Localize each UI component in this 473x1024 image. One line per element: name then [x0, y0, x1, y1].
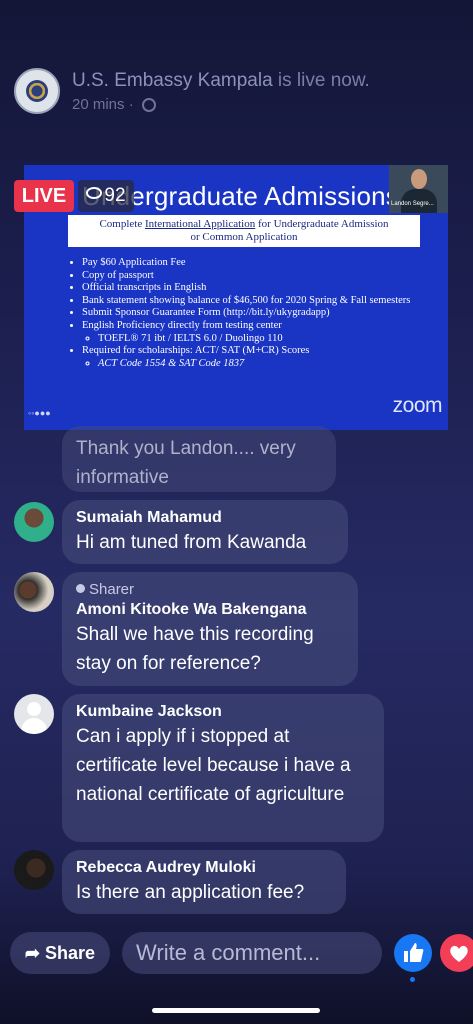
- slide-pager-icon: ◦◦●●●: [28, 408, 51, 418]
- comment-text: Hi am tuned from Kawanda: [76, 532, 307, 553]
- comment-bubble[interactable]: Thank you Landon.... very informative: [62, 426, 336, 492]
- comment-bubble[interactable]: Sharer Amoni Kitooke Wa Bakengana Shall …: [62, 572, 358, 686]
- slide-sub-bullet: ACT Code 1554 & SAT Code 1837: [98, 358, 438, 371]
- like-reaction-button[interactable]: [394, 934, 432, 972]
- share-button[interactable]: ➦ Share: [10, 932, 110, 974]
- slide-bullet: Required for scholarships: ACT/ SAT (M+C…: [82, 345, 438, 370]
- globe-icon: [141, 98, 156, 112]
- webcam-name: Landon Segre...: [391, 201, 434, 207]
- comment-input[interactable]: Write a comment...: [122, 932, 382, 974]
- commenter-name[interactable]: Rebecca Audrey Muloki: [76, 858, 332, 878]
- eye-icon: [86, 187, 103, 199]
- bottom-action-bar: ➦ Share Write a comment...: [0, 930, 473, 982]
- home-indicator[interactable]: [152, 1008, 320, 1013]
- comment-text: Can i apply if i stopped at certificate …: [76, 726, 351, 805]
- sharer-badge: Sharer: [76, 580, 344, 600]
- person-icon: [76, 584, 85, 593]
- slide-bullet: Official transcripts in English: [82, 282, 438, 295]
- viewer-count: 92: [78, 180, 134, 212]
- comment-bubble[interactable]: Kumbaine Jackson Can i apply if i stoppe…: [62, 694, 384, 842]
- avatar[interactable]: [14, 572, 54, 612]
- thumbs-up-icon: [404, 943, 424, 962]
- post-header: U.S. Embassy Kampala is live now. 20 min…: [14, 66, 464, 118]
- avatar[interactable]: [14, 694, 54, 734]
- share-icon: ➦: [24, 943, 41, 963]
- slide-bullet: Bank statement showing balance of $46,50…: [82, 295, 438, 308]
- love-reaction-button[interactable]: [440, 934, 473, 972]
- avatar[interactable]: [14, 502, 54, 542]
- comment-bubble[interactable]: Rebecca Audrey Muloki Is there an applic…: [62, 850, 346, 914]
- speaker-webcam: Landon Segre...: [389, 165, 448, 213]
- commenter-name[interactable]: Sumaiah Mahamud: [76, 508, 334, 528]
- heart-icon: [450, 945, 468, 962]
- commenter-name[interactable]: Amoni Kitooke Wa Bakengana: [76, 600, 344, 620]
- slide-bullets: Pay $60 Application Fee Copy of passport…: [68, 257, 438, 370]
- comment-text: Thank you Landon.... very informative: [76, 438, 296, 488]
- slide-bullet: English Proficiency directly from testin…: [82, 320, 438, 345]
- live-status: is live now.: [277, 70, 370, 91]
- comment-text: Is there an application fee?: [76, 882, 305, 903]
- post-meta: 20 mins ·: [72, 96, 156, 113]
- viewer-count-value: 92: [104, 185, 126, 206]
- commenter-name[interactable]: Kumbaine Jackson: [76, 702, 370, 722]
- comment-text: Shall we have this recording stay on for…: [76, 624, 314, 674]
- slide-subtitle: Complete International Application for U…: [68, 215, 420, 247]
- page-avatar[interactable]: [14, 68, 60, 114]
- avatar[interactable]: [14, 850, 54, 890]
- slide-bullet: Copy of passport: [82, 270, 438, 283]
- live-badge: LIVE: [14, 180, 74, 212]
- zoom-logo: zoom: [392, 394, 443, 417]
- page-name[interactable]: U.S. Embassy Kampala: [72, 70, 273, 91]
- comment-bubble[interactable]: Sumaiah Mahamud Hi am tuned from Kawanda: [62, 500, 348, 564]
- slide-sub-bullet: TOEFL® 71 ibt / IELTS 6.0 / Duolingo 110: [98, 333, 438, 346]
- post-time: 20 mins: [72, 96, 125, 113]
- selected-reaction-dot: [410, 977, 415, 982]
- slide-bullet: Pay $60 Application Fee: [82, 257, 438, 270]
- header-title: U.S. Embassy Kampala is live now.: [72, 70, 370, 92]
- slide-bullet: Submit Sponsor Guarantee Form (http://bi…: [82, 307, 438, 320]
